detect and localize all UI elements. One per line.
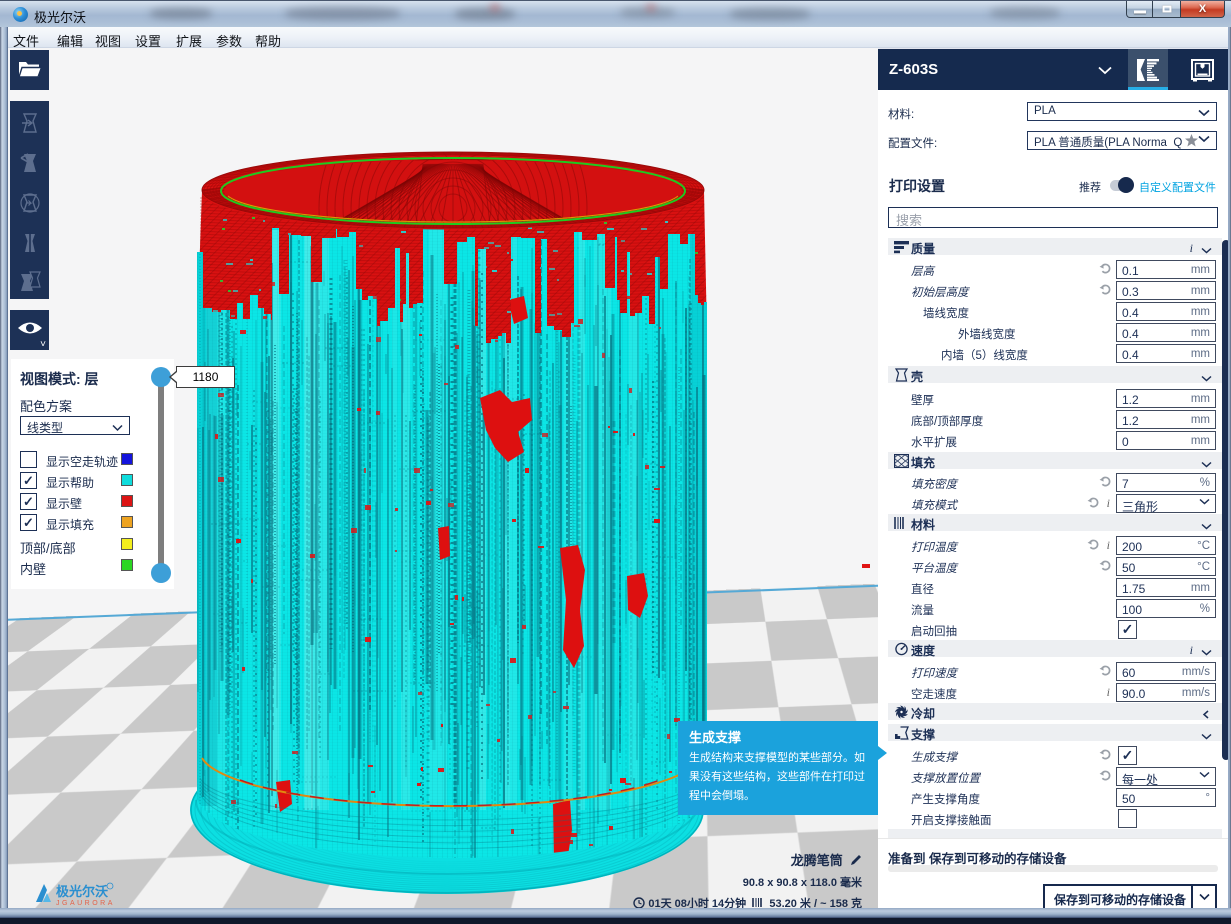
svg-text:JGAURORA: JGAURORA: [56, 900, 115, 907]
svg-text:极光尔沃: 极光尔沃: [56, 884, 108, 899]
